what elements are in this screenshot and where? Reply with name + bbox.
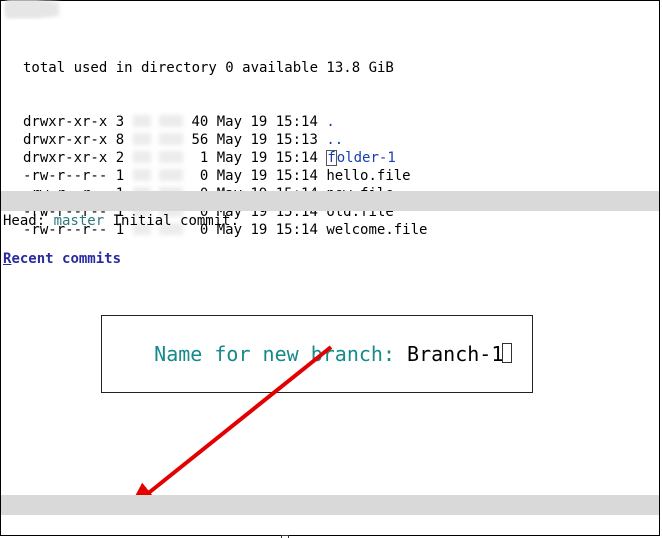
emacs-frame: total used in directory 0 available 13.8… — [0, 0, 660, 536]
dired-row[interactable]: drwxr-xr-x 8 56 May 19 15:13 .. — [5, 131, 659, 149]
dir-link[interactable]: .. — [326, 132, 343, 148]
magit-head-line: Head: master Initial commit. — [1, 211, 659, 231]
dired-buffer[interactable]: total used in directory 0 available 13.8… — [1, 19, 659, 169]
callout-prompt-label: Name for new branch: — [154, 342, 407, 366]
minibuffer[interactable]: Name for new branch: Branch-1 — [1, 515, 659, 535]
dired-row[interactable]: -rw-r--r-- 1 0 May 19 15:14 hello.file — [5, 167, 659, 185]
dired-row[interactable]: drwxr-xr-x 3 40 May 19 15:14 . — [5, 113, 659, 131]
folder-link[interactable]: folder-1 — [326, 150, 395, 166]
mode-line-dired: U:%%- magit-project All (5,39) (Dired by… — [1, 191, 659, 211]
cursor-icon — [502, 343, 512, 363]
recent-commits-heading: Recent commits — [1, 249, 659, 269]
file-name[interactable]: hello.file — [326, 168, 410, 184]
dired-row[interactable]: drwxr-xr-x 2 1 May 19 15:14 folder-1 — [5, 149, 659, 167]
titlebar — [1, 1, 659, 19]
callout-prompt-value: Branch-1 — [407, 342, 503, 366]
magit-buffer[interactable]: Head: master Initial commit. Recent comm… — [1, 211, 659, 269]
branch-name: master — [54, 213, 105, 229]
point-cursor: f — [326, 150, 336, 166]
dir-link[interactable]: . — [326, 114, 334, 130]
dired-summary: total used in directory 0 available 13.8… — [5, 59, 659, 77]
mode-line-magit: U:%%- magit: agit-project Top (3,0) (Mag… — [1, 495, 659, 515]
callout-prompt-zoom: Name for new branch: Branch-1 — [101, 315, 533, 393]
